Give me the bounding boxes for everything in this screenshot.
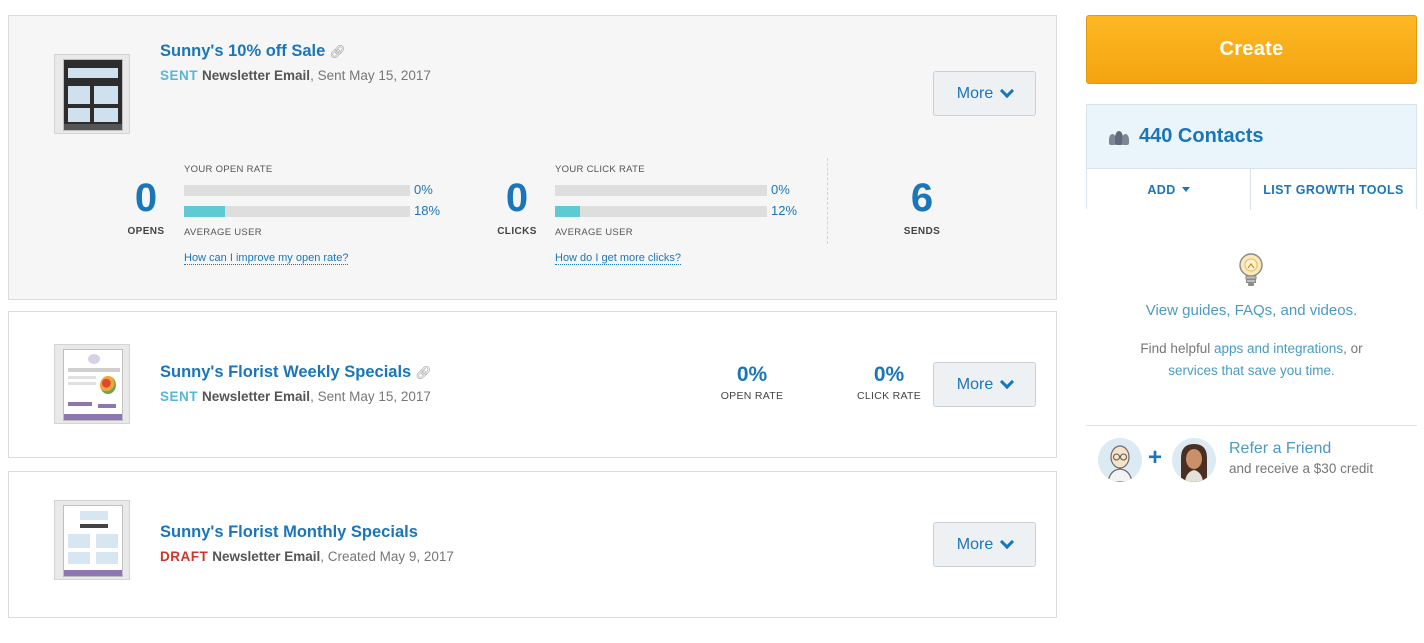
open-rate-value: 0% (736, 363, 768, 386)
more-button[interactable]: More (933, 522, 1036, 567)
email-thumbnail[interactable] (54, 500, 130, 580)
lightbulb-icon (1239, 253, 1263, 286)
stats-divider (827, 158, 828, 244)
your-click-rate-bar (555, 185, 767, 196)
more-button[interactable]: More (933, 362, 1036, 407)
contacts-header[interactable]: 440 Contacts (1087, 105, 1416, 168)
sends-count: 6 (910, 176, 934, 220)
chevron-down-icon (1000, 374, 1015, 390)
contacts-actions: ADD LIST GROWTH TOOLS (1087, 168, 1416, 210)
refer-friend-subtext: and receive a $30 credit (1229, 461, 1374, 476)
your-open-rate-value: 0% (414, 182, 433, 197)
apps-integrations-link[interactable]: apps and integrations (1214, 341, 1343, 356)
email-thumbnail[interactable] (54, 344, 130, 424)
people-icon (1109, 129, 1129, 145)
avatar-woman (1172, 438, 1216, 482)
avg-click-rate-value: 12% (771, 203, 798, 218)
your-open-rate-bar (184, 185, 410, 196)
avg-click-rate-bar (555, 206, 767, 217)
campaign-meta: SENT Newsletter Email, Sent May 15, 2017 (160, 68, 431, 83)
more-button[interactable]: More (933, 71, 1036, 116)
open-rate-label: OPEN RATE (720, 390, 784, 402)
click-rate-caption: YOUR CLICK RATE (555, 164, 645, 175)
avg-open-rate-bar (184, 206, 410, 217)
status-badge: SENT (160, 389, 199, 404)
sends-label: SENDS (903, 226, 941, 237)
plus-sign: + (1148, 444, 1163, 471)
helpful-text: Find helpful apps and integrations, or s… (1140, 341, 1363, 378)
campaign-title[interactable]: Sunny's 10% off Sale 🔗︎ (160, 42, 346, 61)
link-icon[interactable]: 🔗︎ (415, 365, 432, 380)
add-contacts-dropdown[interactable]: ADD (1087, 169, 1251, 210)
chevron-down-icon (1000, 534, 1015, 550)
chevron-down-icon (1000, 83, 1015, 99)
contacts-panel: 440 Contacts ADD LIST GROWTH TOOLS (1086, 104, 1417, 210)
caret-down-icon (1181, 187, 1190, 192)
opens-label: OPENS (127, 226, 165, 237)
status-badge: SENT (160, 68, 199, 83)
campaign-card-3: Sunny's Florist Monthly Specials DRAFT Ne… (8, 471, 1057, 618)
campaign-title[interactable]: Sunny's Florist Monthly Specials (160, 523, 418, 542)
guides-link[interactable]: View guides, FAQs, and videos. (1086, 302, 1417, 319)
clicks-label: CLICKS (497, 226, 537, 237)
your-click-rate-value: 0% (771, 182, 790, 197)
improve-open-rate-link[interactable]: How can I improve my open rate? (184, 252, 349, 265)
avg-open-rate-value: 18% (414, 203, 441, 218)
create-button[interactable]: Create (1086, 15, 1417, 84)
refer-friend-link[interactable]: Refer a Friend (1229, 440, 1331, 458)
campaign-meta: SENT Newsletter Email, Sent May 15, 2017 (160, 389, 431, 404)
services-link[interactable]: services that save you time. (1168, 363, 1335, 378)
click-rate-value: 0% (873, 363, 905, 386)
opens-count: 0 (134, 176, 158, 220)
campaign-meta: DRAFT Newsletter Email, Created May 9, 20… (160, 549, 454, 564)
more-clicks-link[interactable]: How do I get more clicks? (555, 252, 681, 265)
clicks-count: 0 (505, 176, 529, 220)
list-growth-tools-button[interactable]: LIST GROWTH TOOLS (1251, 169, 1416, 210)
average-user-caption: AVERAGE USER (184, 227, 262, 238)
open-rate-caption: YOUR OPEN RATE (184, 164, 273, 175)
contacts-count[interactable]: 440 Contacts (1139, 125, 1264, 148)
link-icon[interactable]: 🔗︎ (329, 44, 346, 59)
campaign-card-1: Sunny's 10% off Sale 🔗︎ SENT Newsletter Em… (8, 15, 1057, 300)
campaign-card-2: Sunny's Florist Weekly Specials 🔗︎ SENT Ne… (8, 311, 1057, 458)
email-thumbnail[interactable] (54, 54, 130, 134)
click-rate-label: CLICK RATE (856, 390, 922, 402)
sidebar-divider (1086, 425, 1417, 426)
average-user-caption: AVERAGE USER (555, 227, 633, 238)
status-badge: DRAFT (160, 549, 209, 564)
campaign-title[interactable]: Sunny's Florist Weekly Specials 🔗︎ (160, 363, 432, 382)
avatar-man (1098, 438, 1142, 482)
